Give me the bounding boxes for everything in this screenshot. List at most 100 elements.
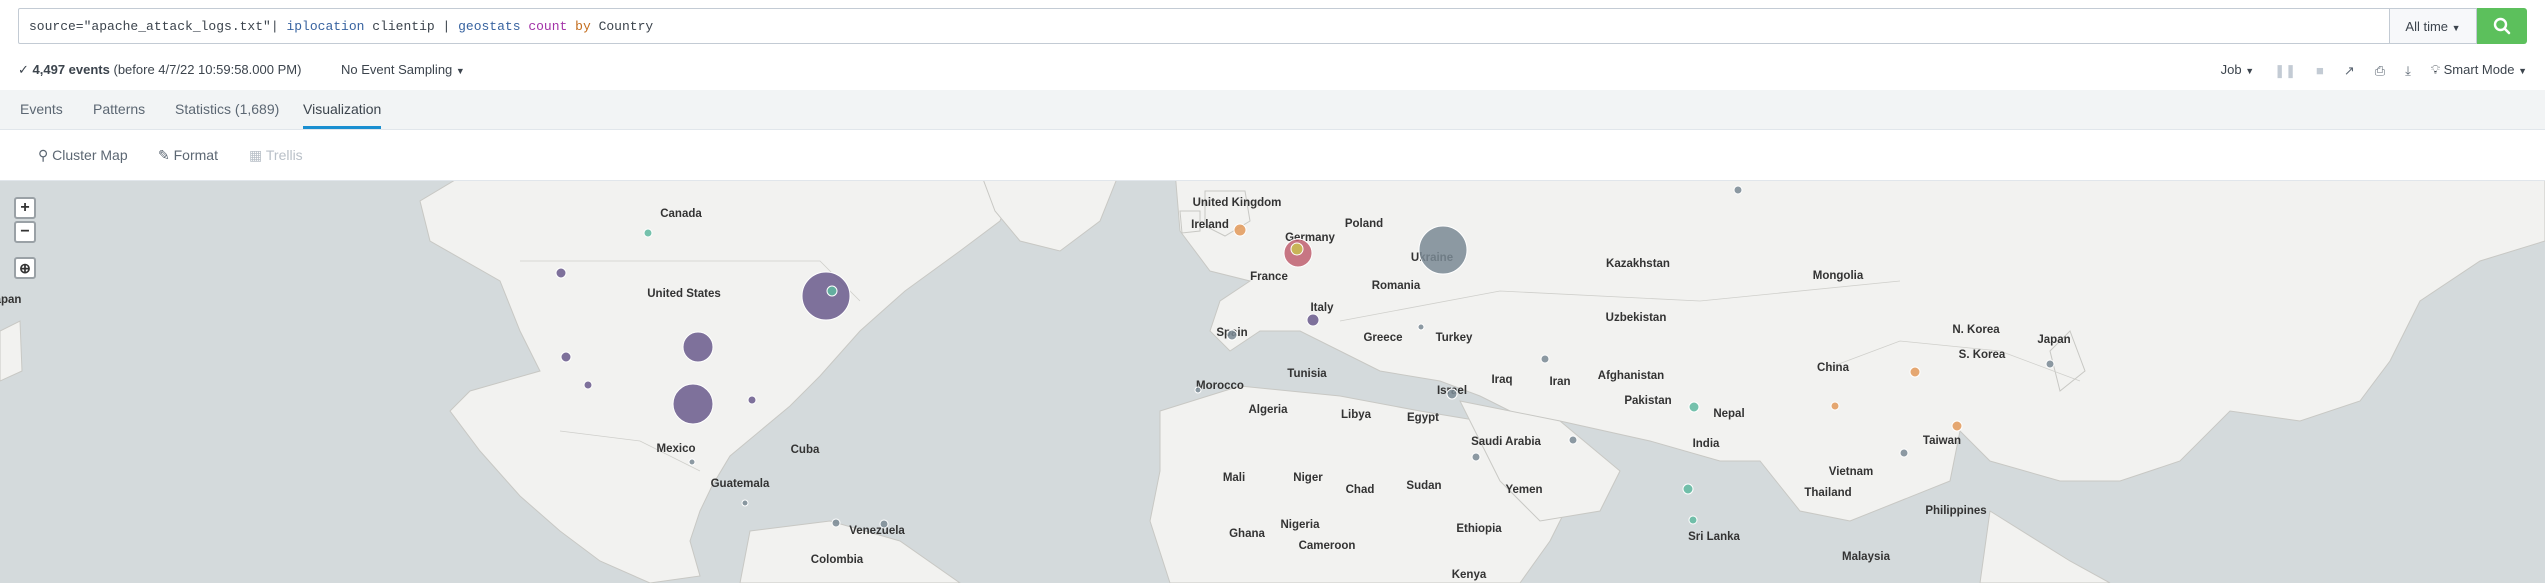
country-label: Vietnam: [1829, 466, 1874, 478]
lightbulb-icon: 💡︎: [2430, 62, 2441, 77]
tab-events[interactable]: Events: [20, 90, 63, 129]
export-icon[interactable]: ⤓: [2405, 59, 2411, 83]
pencil-icon: ✎: [158, 147, 170, 163]
caret-down-icon: ▼: [2518, 66, 2527, 76]
cluster-marker[interactable]: [1899, 448, 1909, 458]
cluster-marker[interactable]: [560, 351, 572, 363]
country-label: Italy: [1310, 302, 1334, 314]
country-label: United Kingdom: [1193, 197, 1282, 209]
events-count-text: 4,497 events: [32, 62, 110, 77]
print-icon[interactable]: ⎙: [2375, 59, 2385, 83]
country-label: Japan: [2037, 334, 2070, 346]
cluster-marker[interactable]: [1830, 401, 1840, 411]
job-menu[interactable]: Job ▼: [2221, 58, 2255, 83]
stop-icon[interactable]: ■: [2316, 59, 2324, 83]
cluster-marker[interactable]: [1568, 435, 1578, 445]
job-label: Job: [2220, 62, 2242, 77]
visualization-toolbar: ⚲ Cluster Map ✎ Format ▦ Trellis: [0, 130, 2545, 181]
country-label: Ghana: [1229, 528, 1265, 540]
cluster-marker[interactable]: [688, 458, 696, 466]
country-label: Mali: [1223, 472, 1245, 484]
country-label: Malaysia: [1842, 551, 1891, 563]
query-token: geostats: [458, 19, 521, 34]
zoom-in-button[interactable]: +: [14, 197, 36, 219]
search-button[interactable]: [2477, 8, 2527, 44]
cluster-marker[interactable]: [583, 380, 593, 390]
country-label: Algeria: [1249, 404, 1289, 416]
country-label: Iran: [1549, 376, 1570, 388]
cluster-marker[interactable]: [2045, 359, 2055, 369]
country-label: Canada: [660, 208, 702, 220]
cluster-marker[interactable]: [1909, 366, 1921, 378]
cluster-marker[interactable]: [831, 518, 841, 528]
tab-patterns[interactable]: Patterns: [93, 90, 145, 129]
cluster-marker[interactable]: [1446, 388, 1458, 400]
country-label: Kazakhstan: [1606, 258, 1670, 270]
cluster-marker[interactable]: [555, 267, 567, 279]
cluster-marker[interactable]: [672, 383, 714, 425]
caret-down-icon: ▼: [455, 66, 465, 76]
country-label: Morocco: [1196, 380, 1244, 392]
country-label: Greece: [1363, 332, 1402, 344]
country-label: Saudi Arabia: [1471, 436, 1541, 448]
cluster-marker[interactable]: [1226, 329, 1238, 341]
cluster-marker[interactable]: [1540, 354, 1550, 364]
pause-icon[interactable]: ❚❚: [2274, 59, 2296, 83]
share-icon[interactable]: ↗: [2344, 59, 2355, 83]
query-token: clientip |: [364, 19, 459, 34]
search-input[interactable]: source="apache_attack_logs.txt"| iplocat…: [18, 8, 2390, 44]
country-label: Pakistan: [1624, 395, 1671, 407]
cluster-marker[interactable]: [1682, 483, 1694, 495]
cluster-marker[interactable]: [1290, 242, 1304, 256]
country-label: Yemen: [1505, 484, 1542, 496]
country-label: Turkey: [1436, 332, 1473, 344]
cluster-marker[interactable]: [741, 499, 749, 507]
search-mode-menu[interactable]: 💡︎ Smart Mode ▼: [2431, 58, 2527, 83]
cluster-marker[interactable]: [747, 395, 757, 405]
cluster-marker[interactable]: [643, 228, 653, 238]
locate-button[interactable]: ⊕: [14, 257, 36, 279]
country-label: Niger: [1293, 472, 1323, 484]
visualization-type-label: Cluster Map: [52, 147, 128, 163]
cluster-marker[interactable]: [1417, 323, 1425, 331]
format-button[interactable]: ✎ Format: [158, 130, 218, 180]
country-label: Mongolia: [1813, 270, 1864, 282]
land-se-asia: [1979, 510, 2111, 583]
country-label: Poland: [1345, 218, 1383, 230]
cluster-marker[interactable]: [1418, 225, 1468, 275]
job-controls: Job ▼ ❚❚ ■ ↗ ⎙ ⤓ 💡︎ Smart Mode ▼: [2221, 58, 2527, 83]
visualization-type-picker[interactable]: ⚲ Cluster Map: [38, 130, 128, 180]
cluster-marker[interactable]: [1688, 515, 1698, 525]
cluster-marker[interactable]: [1471, 452, 1481, 462]
cluster-marker[interactable]: [682, 331, 714, 363]
cluster-map[interactable]: Canada United States Mexico Cuba Guatemala Ve…: [0, 181, 2545, 583]
sampling-label: No Event Sampling: [341, 62, 453, 77]
grid-icon: ▦: [249, 147, 263, 163]
cluster-marker[interactable]: [1733, 185, 1743, 195]
country-label: Afghanistan: [1598, 370, 1664, 382]
caret-down-icon: ▼: [2451, 23, 2461, 33]
country-label: Nigeria: [1281, 519, 1321, 531]
cluster-marker[interactable]: [1233, 223, 1247, 237]
cluster-marker[interactable]: [1306, 313, 1320, 327]
tab-statistics[interactable]: Statistics (1,689): [175, 90, 279, 129]
cluster-marker[interactable]: [1688, 401, 1700, 413]
cluster-marker[interactable]: [801, 271, 851, 321]
tab-visualization[interactable]: Visualization: [303, 90, 382, 129]
cluster-marker[interactable]: [1951, 420, 1963, 432]
map-marker-icon: ⚲: [38, 147, 49, 163]
country-label: Romania: [1372, 280, 1421, 292]
world-map: Canada United States Mexico Cuba Guatemala Ve…: [0, 181, 2545, 583]
cluster-marker[interactable]: [826, 285, 838, 297]
query-token: by: [575, 19, 591, 34]
country-label: France: [1250, 271, 1288, 283]
event-sampling-dropdown[interactable]: No Event Sampling ▼: [341, 58, 465, 83]
query-token: Country: [590, 19, 654, 34]
country-label: Chad: [1346, 484, 1375, 496]
country-label: apan: [0, 294, 21, 306]
time-range-picker[interactable]: All time ▼: [2390, 8, 2477, 44]
cluster-marker[interactable]: [1194, 386, 1202, 394]
zoom-out-button[interactable]: −: [14, 221, 36, 243]
trellis-button[interactable]: ▦ Trellis: [249, 130, 303, 180]
cluster-marker[interactable]: [879, 519, 889, 529]
